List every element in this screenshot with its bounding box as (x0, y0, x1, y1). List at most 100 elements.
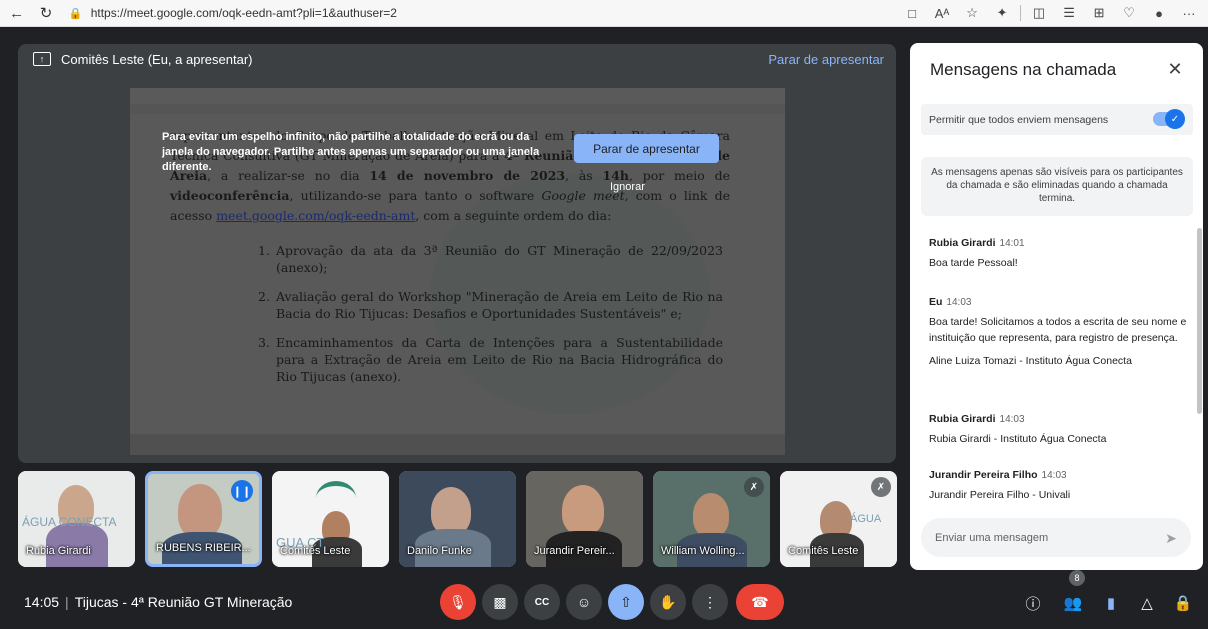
present-screen-icon: ↑ (33, 52, 51, 66)
host-controls-icon[interactable]: 🔒 (1170, 590, 1196, 616)
extensions-icon[interactable]: ✦ (987, 2, 1017, 24)
read-aloud-icon[interactable]: Aᴬ (927, 2, 957, 24)
mic-off-icon[interactable]: 🎙 (440, 584, 476, 620)
side-controls: ⓘ 👥 8 ▮ △ 🔒 (1010, 570, 1200, 620)
doc-bold-run: videoconferência (170, 188, 290, 203)
address-bar[interactable]: 🔒 https://meet.google.com/oqk-eedn-amt?p… (69, 2, 897, 24)
speaking-indicator-icon: ❙❙ (231, 480, 253, 502)
collections-icon[interactable]: ⊞ (1084, 2, 1114, 24)
allow-messages-row: Permitir que todos enviem mensagens ✓ (921, 104, 1193, 135)
agenda-number: 1. (258, 243, 270, 258)
raise-hand-icon[interactable]: ✋ (650, 584, 686, 620)
agenda-number: 3. (258, 335, 270, 350)
meeting-info-separator: | (65, 594, 69, 610)
toolbar-divider (1020, 5, 1022, 21)
participant-face (178, 484, 222, 538)
participant-tile[interactable]: ✗ William Wolling... (653, 471, 770, 567)
info-icon[interactable]: ⓘ (1020, 590, 1046, 616)
url-text: https://meet.google.com/oqk-eedn-amt?pli… (90, 6, 397, 20)
participant-name: Comitês Leste (280, 545, 351, 557)
chat-message-input[interactable] (935, 531, 1135, 544)
meeting-title: Tijucas - 4ª Reunião GT Mineração (74, 594, 293, 610)
message-text: Aline Luiza Tomazi - Instituto Água Cone… (929, 355, 1132, 367)
stop-presenting-button[interactable]: Parar de apresentar (574, 134, 719, 163)
chat-input-box: ➤ (921, 518, 1191, 557)
lock-icon[interactable]: 🔒 (69, 7, 83, 20)
more-options-icon[interactable]: ⋮ (692, 584, 728, 620)
chat-message: Eu 14:03 Boa tarde! Solicitamos a todos a… (929, 292, 1191, 369)
participant-tile[interactable]: GUA CT Comitês Leste (272, 471, 389, 567)
check-icon: ✓ (1165, 109, 1185, 129)
participant-tile[interactable]: ÁGUA CONECTA Rubia Girardi (18, 471, 135, 567)
split-icon[interactable]: ◫ (1024, 2, 1054, 24)
participant-count-badge: 8 (1069, 570, 1085, 586)
message-text: Boa tarde! Solicitamos a todos a escrita… (929, 316, 1187, 344)
message-sender: Jurandir Pereira Filho (929, 469, 1038, 481)
participant-name: Danilo Funke (407, 545, 472, 557)
stop-presenting-link[interactable]: Parar de apresentar (768, 52, 884, 67)
camera-off-icon[interactable]: ▩ (482, 584, 518, 620)
captions-icon[interactable]: CC (524, 584, 560, 620)
shared-tab-strip (130, 104, 785, 114)
chat-panel: Mensagens na chamada ✕ Permitir que todo… (910, 43, 1203, 570)
agenda-item: 2. Avaliação geral do Workshop "Mineração… (258, 288, 723, 322)
presentation-title: Comitês Leste (Eu, a apresentar) (61, 51, 253, 67)
chat-scrollbar[interactable] (1197, 228, 1202, 414)
allow-messages-toggle[interactable]: ✓ (1153, 109, 1185, 129)
doc-text-run: , às (565, 168, 603, 183)
shared-browser-bar (130, 88, 785, 104)
mic-off-icon: ✗ (871, 477, 891, 497)
message-text: Rubia Girardi - Instituto Água Conecta (929, 433, 1107, 445)
favorites-list-icon[interactable]: ☰ (1054, 2, 1084, 24)
activities-icon[interactable]: △ (1134, 590, 1160, 616)
chat-message: Rubia Girardi 14:03 Rubia Girardi - Insti… (929, 409, 1191, 447)
chat-message: Rubia Girardi 14:01 Boa tarde Pessoal! (929, 233, 1191, 271)
chat-notice: As mensagens apenas são visíveis para os… (921, 157, 1193, 216)
heart-icon[interactable]: ♡ (1114, 2, 1144, 24)
doc-meet-link: meet.google.com/oqk-eedn-amt (216, 208, 416, 223)
message-sender: Rubia Girardi (929, 413, 996, 425)
camera-icon[interactable]: □ (897, 2, 927, 24)
chat-panel-title: Mensagens na chamada (930, 60, 1117, 79)
participant-tile[interactable]: ÁGUA ✗ Comitês Leste (780, 471, 897, 567)
leave-call-icon[interactable]: ☎ (736, 584, 784, 620)
infinite-mirror-warning: Para evitar um espelho infinito, não par… (162, 131, 540, 173)
meet-stage: ↑ Comitês Leste (Eu, a apresentar) Parar… (0, 27, 1208, 629)
message-time: 14:03 (1041, 470, 1067, 481)
participant-tile[interactable]: ❙❙ RUBENS RIBEIR... (145, 471, 262, 567)
emoji-icon[interactable]: ☺ (566, 584, 602, 620)
more-icon[interactable]: ··· (1174, 2, 1204, 24)
participant-name: RUBENS RIBEIR... (156, 542, 251, 554)
browser-actions: □ Aᴬ ☆ ✦ ◫ ☰ ⊞ ♡ ● ··· (897, 2, 1204, 24)
participant-tile[interactable]: Danilo Funke (399, 471, 516, 567)
browser-toolbar: ← ↻ 🔒 https://meet.google.com/oqk-eedn-a… (0, 0, 1208, 27)
agenda-list: 1. Aprovação da ata da 3ª Reunião do GT M… (258, 242, 723, 397)
participant-name: Jurandir Pereir... (534, 545, 615, 557)
favorite-icon[interactable]: ☆ (957, 2, 987, 24)
message-time: 14:01 (999, 238, 1025, 249)
chat-icon[interactable]: ▮ (1098, 590, 1124, 616)
ignore-button[interactable]: Ignorar (610, 181, 645, 193)
meeting-time: 14:05 (24, 594, 60, 610)
participant-name: Comitês Leste (788, 545, 859, 557)
participant-logo: ÁGUA CONECTA (22, 515, 117, 529)
reload-icon[interactable]: ↻ (33, 1, 58, 25)
presentation-panel: ↑ Comitês Leste (Eu, a apresentar) Parar… (18, 44, 896, 463)
participant-logo: ÁGUA (850, 513, 882, 525)
agenda-text: Avaliação geral do Workshop "Mineração d… (276, 289, 723, 321)
participant-tile[interactable]: Jurandir Pereir... (526, 471, 643, 567)
participant-name: William Wolling... (661, 545, 745, 557)
shared-taskbar (130, 434, 785, 455)
agenda-number: 2. (258, 289, 270, 304)
participant-face (431, 487, 471, 535)
back-icon[interactable]: ← (4, 1, 29, 25)
agenda-item: 3. Encaminhamentos da Carta de Intenções … (258, 334, 723, 385)
mic-off-icon: ✗ (744, 477, 764, 497)
present-icon[interactable]: ⇧ (608, 584, 644, 620)
close-icon[interactable]: ✕ (1163, 57, 1187, 81)
send-icon[interactable]: ➤ (1161, 528, 1181, 548)
message-text: Boa tarde Pessoal! (929, 257, 1018, 269)
logo-wave (316, 481, 356, 515)
people-icon[interactable]: 👥 (1060, 590, 1086, 616)
profile-icon[interactable]: ● (1144, 2, 1174, 24)
